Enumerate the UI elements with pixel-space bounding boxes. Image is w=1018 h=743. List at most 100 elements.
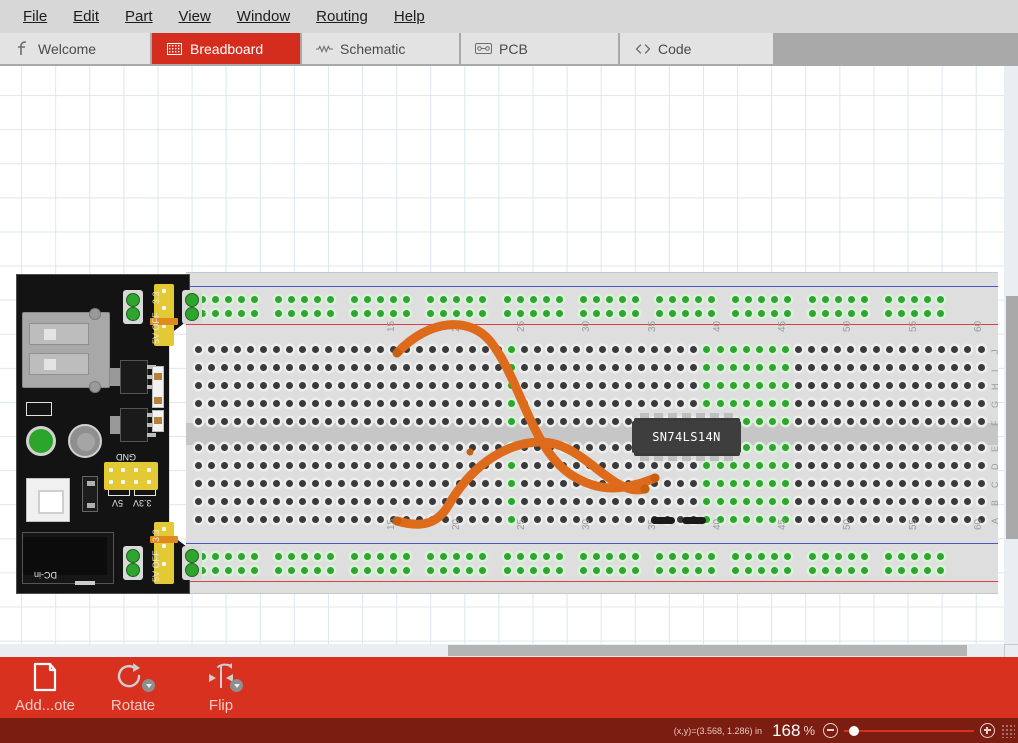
breadboard-hole[interactable] — [351, 497, 359, 505]
breadboard-hole[interactable] — [326, 566, 334, 574]
breadboard-hole[interactable] — [925, 417, 933, 425]
breadboard-hole[interactable] — [618, 552, 626, 560]
breadboard-hole[interactable] — [325, 345, 332, 353]
breadboard-hole[interactable] — [207, 399, 215, 407]
breadboard-hole[interactable] — [847, 497, 854, 505]
breadboard-hole[interactable] — [690, 363, 698, 371]
breadboard-hole[interactable] — [364, 399, 372, 407]
menu-edit[interactable]: Edit — [60, 4, 112, 29]
breadboard-hole[interactable] — [618, 295, 626, 303]
breadboard-hole[interactable] — [311, 443, 319, 451]
breadboard-hole[interactable] — [516, 309, 524, 317]
breadboard-hole[interactable] — [466, 552, 474, 560]
breadboard-hole[interactable] — [771, 295, 779, 303]
breadboard-hole[interactable] — [224, 552, 232, 560]
breadboard-hole[interactable] — [807, 479, 815, 487]
breadboard-hole[interactable] — [390, 461, 398, 469]
breadboard-hole[interactable] — [833, 345, 841, 353]
breadboard-hole[interactable] — [860, 497, 868, 505]
breadboard-hole[interactable] — [559, 497, 567, 505]
breadboard-hole[interactable] — [272, 515, 280, 523]
breadboard-hole[interactable] — [886, 515, 894, 523]
breadboard-hole[interactable] — [403, 515, 411, 523]
breadboard-hole[interactable] — [390, 399, 398, 407]
breadboard-hole[interactable] — [325, 399, 332, 407]
breadboard-hole[interactable] — [794, 345, 802, 353]
breadboard-hole[interactable] — [833, 497, 841, 505]
breadboard-hole[interactable] — [338, 443, 346, 451]
breadboard-hole[interactable] — [546, 443, 554, 451]
breadboard-hole[interactable] — [599, 363, 607, 371]
breadboard-hole[interactable] — [351, 399, 359, 407]
breadboard-hole[interactable] — [503, 552, 511, 560]
breadboard-hole[interactable] — [951, 515, 959, 523]
breadboard-hole[interactable] — [507, 381, 515, 389]
breadboard-hole[interactable] — [936, 309, 944, 317]
breadboard-hole[interactable] — [494, 381, 502, 389]
breadboard-hole[interactable] — [771, 309, 779, 317]
breadboard-hole[interactable] — [220, 515, 228, 523]
breadboard-hole[interactable] — [546, 381, 554, 389]
breadboard-hole[interactable] — [468, 461, 476, 469]
breadboard-hole[interactable] — [455, 345, 463, 353]
breadboard-hole[interactable] — [285, 443, 293, 451]
breadboard-hole[interactable] — [494, 417, 502, 425]
breadboard-hole[interactable] — [807, 363, 815, 371]
breadboard-hole[interactable] — [403, 363, 411, 371]
breadboard-hole[interactable] — [338, 399, 346, 407]
breadboard-hole[interactable] — [768, 497, 776, 505]
breadboard-hole[interactable] — [520, 479, 528, 487]
breadboard-hole[interactable] — [742, 443, 750, 451]
breadboard-hole[interactable] — [572, 443, 580, 451]
breadboard-hole[interactable] — [466, 309, 474, 317]
breadboard-hole[interactable] — [468, 515, 476, 523]
breadboard-hole[interactable] — [377, 309, 385, 317]
flip-dropdown-caret[interactable] — [230, 679, 243, 692]
breadboard-hole[interactable] — [516, 566, 524, 574]
breadboard-hole[interactable] — [481, 363, 489, 371]
breadboard-hole[interactable] — [768, 399, 776, 407]
breadboard-hole[interactable] — [572, 461, 580, 469]
breadboard-hole[interactable] — [794, 443, 802, 451]
breadboard-hole[interactable] — [390, 345, 398, 353]
breadboard-hole[interactable] — [325, 461, 332, 469]
breadboard-hole[interactable] — [311, 461, 319, 469]
breadboard-hole[interactable] — [403, 566, 411, 574]
breadboard-hole[interactable] — [781, 363, 789, 371]
breadboard-hole[interactable] — [377, 479, 385, 487]
breadboard-hole[interactable] — [860, 443, 868, 451]
breadboard-hole[interactable] — [311, 399, 319, 407]
breadboard-hole[interactable] — [246, 381, 254, 389]
breadboard-hole[interactable] — [207, 515, 215, 523]
breadboard-hole[interactable] — [638, 497, 646, 505]
breadboard-hole[interactable] — [834, 552, 842, 560]
breadboard-hole[interactable] — [860, 515, 868, 523]
breadboard-hole[interactable] — [298, 479, 306, 487]
breadboard-hole[interactable] — [325, 497, 332, 505]
breadboard-hole[interactable] — [377, 515, 385, 523]
breadboard-hole[interactable] — [745, 309, 753, 317]
breadboard-hole[interactable] — [520, 363, 528, 371]
breadboard-hole[interactable] — [742, 345, 750, 353]
breadboard-hole[interactable] — [442, 417, 450, 425]
breadboard-hole[interactable] — [755, 363, 763, 371]
breadboard-hole[interactable] — [311, 345, 319, 353]
breadboard-hole[interactable] — [516, 552, 524, 560]
breadboard-hole[interactable] — [847, 417, 854, 425]
breadboard-hole[interactable] — [886, 461, 894, 469]
tab-pcb[interactable]: PCB — [461, 33, 620, 64]
breadboard-hole[interactable] — [938, 515, 946, 523]
breadboard-hole[interactable] — [390, 381, 398, 389]
breadboard-hole[interactable] — [794, 461, 802, 469]
breadboard-hole[interactable] — [651, 381, 659, 389]
breadboard-hole[interactable] — [964, 515, 972, 523]
breadboard-hole[interactable] — [833, 479, 841, 487]
breadboard-hole[interactable] — [559, 417, 567, 425]
breadboard-hole[interactable] — [690, 497, 698, 505]
breadboard-hole[interactable] — [703, 461, 711, 469]
breadboard-hole[interactable] — [546, 479, 554, 487]
breadboard-hole[interactable] — [612, 497, 620, 505]
horizontal-scrollbar-thumb[interactable] — [448, 645, 967, 656]
breadboard-hole[interactable] — [794, 399, 802, 407]
breadboard-hole[interactable] — [669, 552, 677, 560]
